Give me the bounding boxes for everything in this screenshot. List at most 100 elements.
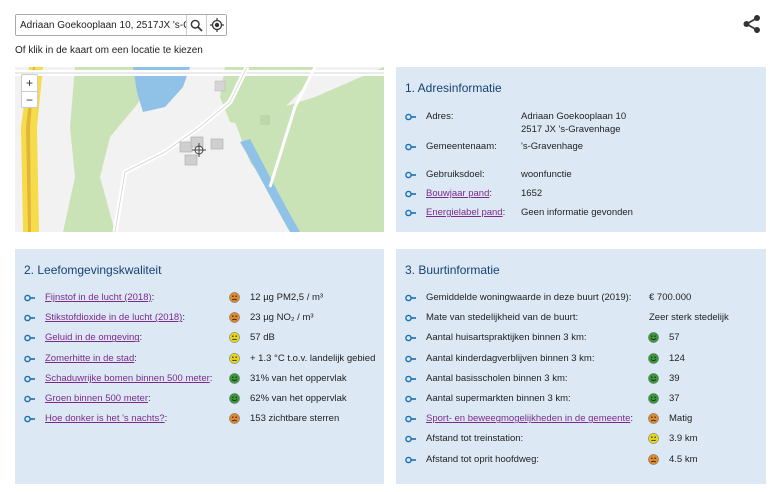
neighborhood-row: Aantal supermarkten binnen 3 km: 37 [405,393,680,404]
info-label: Aantal basisscholen binnen 3 km: [426,373,568,385]
neutral-smiley-icon [229,352,240,364]
arrow-bullet-icon [405,415,416,423]
info-link[interactable]: Zomerhitte in de stad: [45,353,137,365]
address-value: woonfunctie [521,169,572,180]
search-button[interactable] [186,15,206,35]
neighborhood-row: Aantal basisscholen binnen 3 km: 39 [405,373,680,384]
living-quality-row: Hoe donker is het 's nachts?: 153 zichtba… [24,413,339,424]
address-panel-title: 1. Adresinformatie [405,81,502,95]
arrow-bullet-icon [24,415,35,423]
info-link[interactable]: Fijnstof in de lucht (2018): [45,292,154,304]
info-label: Mate van stedelijkheid van de buurt: [426,312,578,324]
good-smiley-icon [648,393,659,404]
living-quality-value: 62% van het oppervlak [250,393,347,404]
address-value: 's-Gravenhage [521,141,584,152]
neighborhood-value: 124 [669,352,685,364]
info-label: Gebruiksdoel: [426,169,485,181]
neighborhood-row: Aantal kinderdagverblijven binnen 3 km: 1… [405,353,685,364]
neighborhood-row: Afstand tot oprit hoofdweg: 4.5 km [405,454,698,465]
address-value-line2: 2517 JX 's-Gravenhage [521,124,621,135]
arrow-bullet-icon [24,314,35,322]
info-label: Aantal huisartspraktijken binnen 3 km: [426,332,587,344]
label-text[interactable]: Sport- en beweegmogelijkheden in de geme… [426,413,630,424]
neighborhood-panel-title: 3. Buurtinformatie [405,263,500,277]
address-row: Adres: Adriaan Goekooplaan 10 2517 JX 's-G… [405,111,626,135]
share-icon[interactable] [742,14,762,34]
good-smiley-icon [648,332,659,344]
living-quality-row: Fijnstof in de lucht (2018): 12 µg PM2,5 … [24,292,323,303]
living-quality-value: + 1.3 °C t.o.v. landelijk gebied [250,352,376,364]
address-panel: 1. Adresinformatie Adres: Adriaan Goekoop… [396,67,766,232]
neighborhood-value: Zeer sterk stedelijk [649,312,729,324]
neighborhood-panel: 3. Buurtinformatie Gemiddelde woningwaar… [396,249,766,484]
arrow-bullet-icon [405,190,416,198]
locate-button[interactable] [206,15,226,35]
living-quality-row: Groen binnen 500 meter: 62% van het opper… [24,393,347,404]
info-link[interactable]: Hoe donker is het 's nachts?: [45,413,167,425]
arrow-bullet-icon [405,209,416,217]
living-quality-panel: 2. Leefomgevingskwaliteit Fijnstof in de… [15,249,384,484]
map[interactable]: + − [15,67,384,232]
label-text: Gemeentenaam: [426,141,497,152]
living-quality-row: Geluid in de omgeving: 57 dB [24,332,275,343]
arrow-bullet-icon [405,143,416,151]
arrow-bullet-icon [405,113,416,121]
arrow-bullet-icon [405,314,416,322]
info-label: Aantal supermarkten binnen 3 km: [426,393,571,405]
map-hint: Of klik in de kaart om een locatie te ki… [15,45,203,56]
map-canvas [15,67,384,232]
address-row: Bouwjaar pand: 1652 [405,188,542,199]
arrow-bullet-icon [24,375,35,383]
info-link[interactable]: Schaduwrijke bomen binnen 500 meter: [45,373,212,385]
label-text[interactable]: Zomerhitte in de stad [45,353,134,364]
address-value: 1652 [521,188,543,199]
neutral-smiley-icon [648,433,659,445]
neighborhood-row: Mate van stedelijkheid van de buurt: Zeer… [405,312,729,323]
neighborhood-row: Gemiddelde woningwaarde in deze buurt (2… [405,292,691,303]
living-quality-value: 12 µg PM2,5 / m³ [250,292,324,303]
moderate-smiley-icon [648,413,659,424]
label-text[interactable]: Hoe donker is het 's nachts? [45,413,165,424]
arrow-bullet-icon [24,395,35,403]
arrow-bullet-icon [405,171,416,179]
info-link[interactable]: Groen binnen 500 meter: [45,393,151,405]
label-text: Gemiddelde woningwaarde in deze buurt (2… [426,292,632,303]
neutral-smiley-icon [229,332,240,344]
arrow-bullet-icon [405,294,416,302]
search-input[interactable] [16,15,186,35]
neighborhood-value: 57 [669,332,680,344]
label-text[interactable]: Bouwjaar pand [426,188,489,199]
label-text[interactable]: Groen binnen 500 meter [45,393,148,404]
label-text: Aantal kinderdagverblijven binnen 3 km: [426,352,595,364]
zoom-in-button[interactable]: + [22,75,37,91]
info-link[interactable]: Geluid in de omgeving: [45,332,142,344]
zoom-out-button[interactable]: − [22,91,37,107]
label-text: Gebruiksdoel: [426,169,485,180]
label-text[interactable]: Energielabel pand [426,207,503,218]
label-text: Afstand tot treinstation: [426,433,524,445]
living-quality-value: 57 dB [250,332,275,344]
label-text[interactable]: Fijnstof in de lucht (2018) [45,292,152,303]
label-text[interactable]: Schaduwrijke bomen binnen 500 meter [45,373,210,384]
label-text: Aantal huisartspraktijken binnen 3 km: [426,332,587,344]
arrow-bullet-icon [24,335,35,342]
neighborhood-value: 4.5 km [669,453,698,465]
neighborhood-value: € 700.000 [649,292,692,303]
arrow-bullet-icon [24,355,35,362]
arrow-bullet-icon [405,456,416,463]
neighborhood-row: Sport- en beweegmogelijkheden in de geme… [405,413,692,424]
info-link[interactable]: Bouwjaar pand: [426,188,492,200]
label-text: Adres: [426,111,454,122]
info-link[interactable]: Sport- en beweegmogelijkheden in de geme… [426,413,633,425]
arrow-bullet-icon [405,375,416,383]
living-quality-value: 31% van het oppervlak [250,372,347,384]
good-smiley-icon [648,373,659,384]
label-text[interactable]: Stikstofdioxide in de lucht (2018) [45,312,182,323]
info-link[interactable]: Stikstofdioxide in de lucht (2018): [45,312,185,324]
arrow-bullet-icon [405,335,416,342]
label-text[interactable]: Geluid in de omgeving [45,332,140,343]
info-link[interactable]: Energielabel pand: [426,207,505,219]
arrow-bullet-icon [405,395,416,403]
moderate-smiley-icon [229,292,240,303]
label-text: Mate van stedelijkheid van de buurt: [426,312,579,324]
